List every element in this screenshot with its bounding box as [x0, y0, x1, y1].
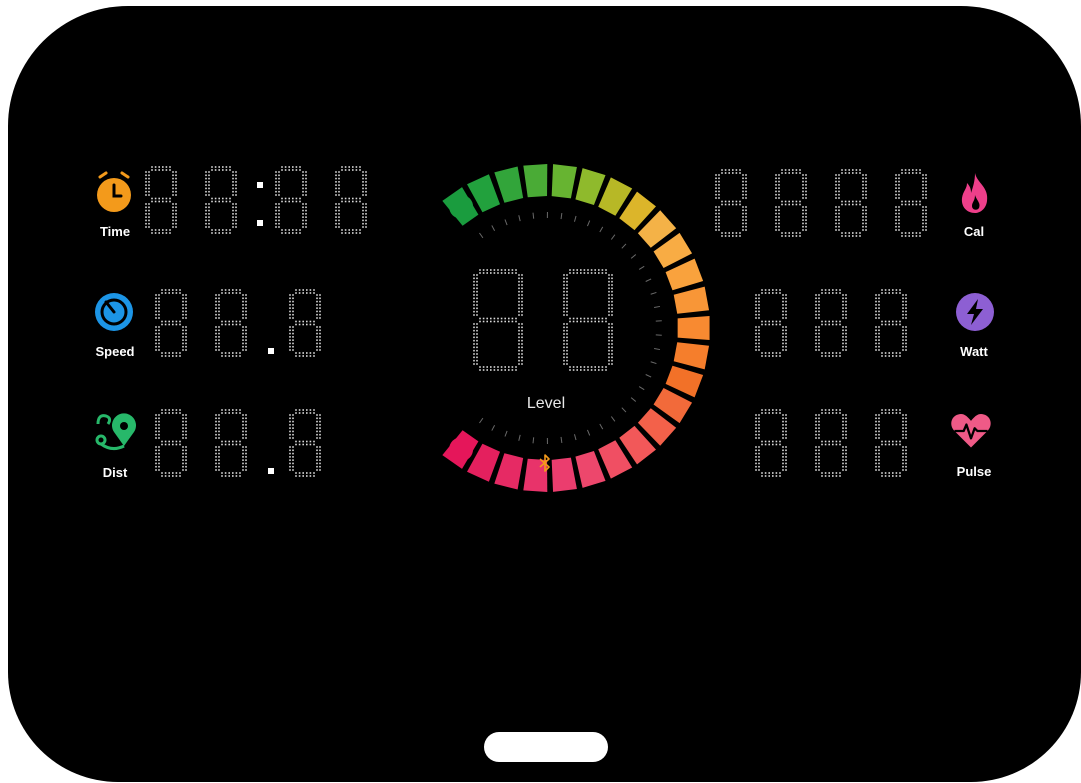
pulse-digit	[815, 409, 847, 477]
distance-digit	[289, 409, 321, 477]
pulse-digit	[875, 409, 907, 477]
watt-label: Watt	[960, 344, 988, 359]
time-label: Time	[99, 224, 131, 239]
level-digit	[473, 269, 523, 371]
map-pin-icon	[95, 413, 136, 451]
led-digit-displays	[145, 166, 927, 477]
home-button[interactable]	[484, 732, 608, 762]
flame-icon	[961, 173, 988, 213]
speed-digit	[289, 289, 321, 357]
time-digit	[275, 166, 307, 234]
speed-decimal-point	[268, 348, 274, 354]
console-display	[8, 6, 1081, 782]
alarm-clock-icon	[97, 171, 131, 212]
watt-digit	[755, 289, 787, 357]
watt-digit	[815, 289, 847, 357]
speed-digit	[215, 289, 247, 357]
time-colon-dot	[257, 182, 263, 188]
time-digit	[205, 166, 237, 234]
level-label: Level	[526, 395, 566, 412]
watt-digit	[875, 289, 907, 357]
distance-digit	[155, 409, 187, 477]
bluetooth-icon	[539, 454, 550, 472]
calories-digit	[715, 169, 747, 237]
level-digit	[563, 269, 613, 371]
calories-label: Cal	[963, 224, 985, 239]
distance-label: Dist	[102, 465, 128, 480]
calories-digit	[895, 169, 927, 237]
distance-decimal-point	[268, 468, 274, 474]
lightning-icon	[956, 293, 994, 331]
heart-pulse-icon	[951, 414, 991, 448]
pulse-digit	[755, 409, 787, 477]
distance-digit	[215, 409, 247, 477]
speedometer-icon	[95, 293, 133, 331]
speed-digit	[155, 289, 187, 357]
calories-digit	[835, 169, 867, 237]
time-digit	[335, 166, 367, 234]
time-colon-dot	[257, 220, 263, 226]
calories-digit	[775, 169, 807, 237]
pulse-label: Pulse	[956, 464, 992, 479]
speed-label: Speed	[95, 344, 135, 359]
